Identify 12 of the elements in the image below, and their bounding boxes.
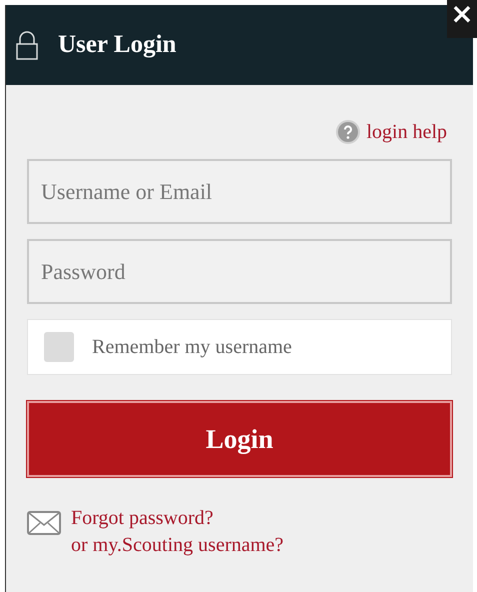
login-button[interactable]: Login bbox=[27, 401, 452, 477]
password-field[interactable]: Password bbox=[27, 239, 452, 304]
login-help-link[interactable]: login help bbox=[366, 117, 447, 147]
remember-checkbox[interactable] bbox=[44, 332, 74, 362]
lock-icon bbox=[16, 30, 38, 60]
username-field[interactable]: Username or Email bbox=[27, 159, 452, 224]
forgot-password-link[interactable]: Forgot password? or my.Scouting username? bbox=[71, 505, 284, 559]
envelope-icon bbox=[27, 511, 61, 535]
dialog-title: User Login bbox=[58, 30, 176, 60]
remember-label: Remember my username bbox=[92, 335, 292, 360]
help-icon bbox=[336, 120, 360, 144]
close-button[interactable]: × bbox=[447, 0, 477, 38]
